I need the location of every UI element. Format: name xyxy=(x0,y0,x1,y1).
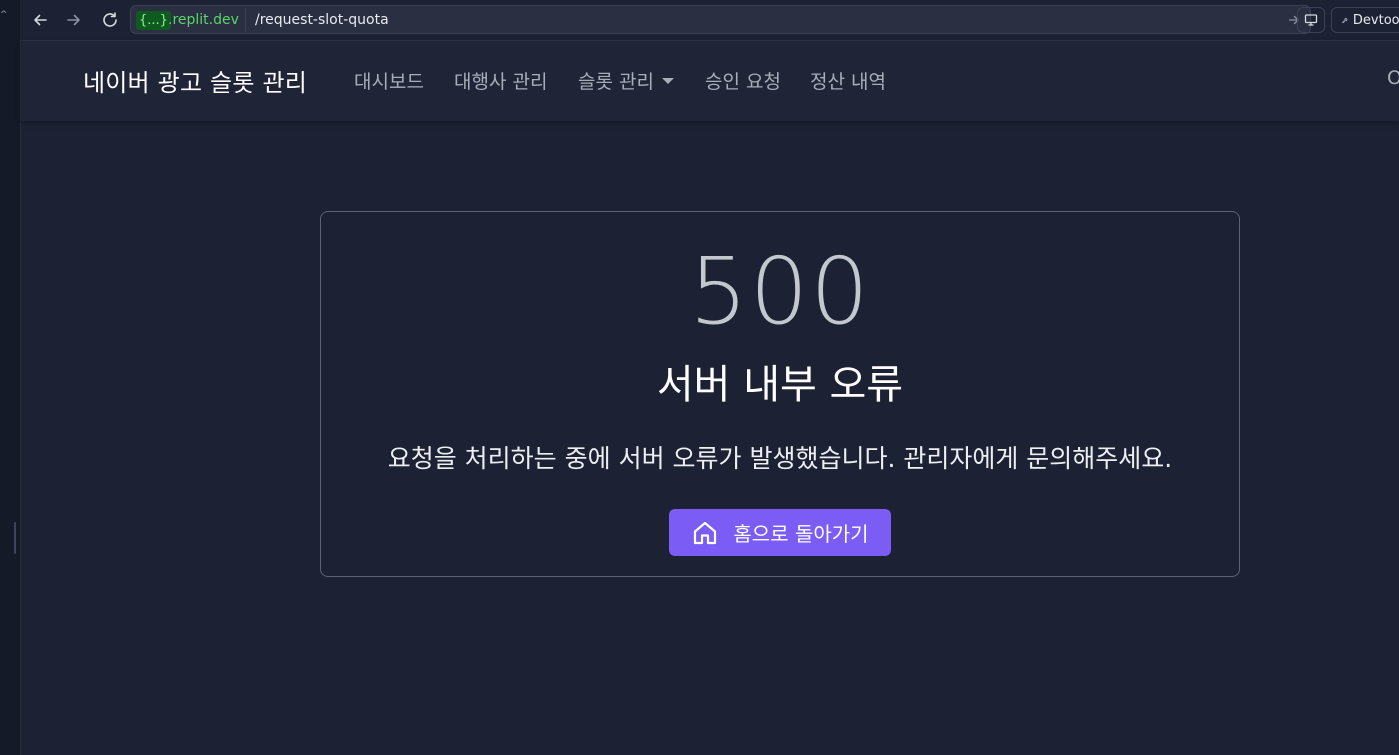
error-title: 서버 내부 오류 xyxy=(656,362,904,408)
arrow-right-icon xyxy=(67,14,80,26)
forward-button[interactable] xyxy=(62,8,86,32)
url-path[interactable]: /request-slot-quota xyxy=(255,11,389,30)
nav-right-clipped[interactable]: O xyxy=(1387,67,1399,89)
nav-item-settlements[interactable]: 정산 내역 xyxy=(810,67,886,94)
brand-title[interactable]: 네이버 광고 슬롯 관리 xyxy=(83,63,307,98)
error-code: 500 xyxy=(689,238,871,345)
wrench-icon xyxy=(1342,17,1348,23)
resize-handle[interactable] xyxy=(14,522,16,554)
nav-item-approvals[interactable]: 승인 요청 xyxy=(705,67,781,94)
address-bar[interactable]: {...} .replit.dev /request-slot-quota xyxy=(130,5,1311,34)
monitor-icon xyxy=(1304,14,1318,26)
app-navbar: 네이버 광고 슬롯 관리 대시보드 대행사 관리 슬롯 관리 승인 요청 정산 … xyxy=(21,41,1399,121)
url-separator xyxy=(245,8,246,32)
reload-icon xyxy=(103,12,117,27)
home-icon xyxy=(694,521,717,544)
browser-toolbar: {...} .replit.dev /request-slot-quota De… xyxy=(20,0,1399,41)
devtools-label: Devtools xyxy=(1352,12,1399,28)
home-button[interactable]: 홈으로 돌아가기 xyxy=(669,509,891,556)
screen-button[interactable] xyxy=(1297,7,1325,33)
error-card: 500 서버 내부 오류 요청을 처리하는 중에 서버 오류가 발생했습니다. … xyxy=(320,211,1240,577)
chevron-down-icon xyxy=(661,77,674,84)
nav-item-dashboard[interactable]: 대시보드 xyxy=(354,67,424,94)
back-button[interactable] xyxy=(28,8,52,32)
home-button-label: 홈으로 돌아가기 xyxy=(733,522,869,546)
nav-item-agencies[interactable]: 대행사 관리 xyxy=(454,67,547,94)
nav-item-slots-label: 슬롯 관리 xyxy=(578,71,654,93)
error-message: 요청을 처리하는 중에 서버 오류가 발생했습니다. 관리자에게 문의해주세요. xyxy=(387,444,1173,473)
arrow-left-icon xyxy=(34,14,47,26)
devtools-button[interactable]: Devtools xyxy=(1331,7,1399,33)
domain-text: .replit.dev xyxy=(168,12,239,28)
nav-item-slots[interactable]: 슬롯 관리 xyxy=(578,67,674,94)
reload-button[interactable] xyxy=(98,8,122,32)
domain-chip: {...} xyxy=(136,11,171,30)
collapse-caret-icon[interactable]: ^ xyxy=(0,10,8,20)
left-panel-gutter: ^ xyxy=(0,0,21,755)
